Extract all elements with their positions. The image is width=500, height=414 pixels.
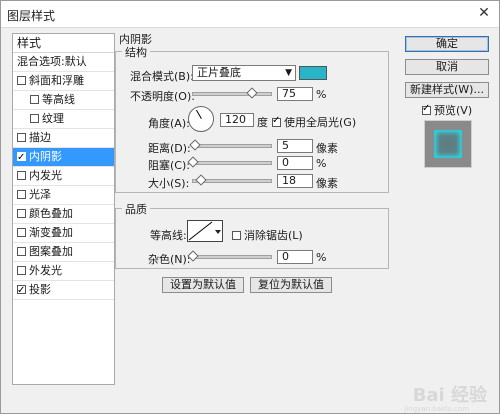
blend-mode-label: 混合模式(B):: [130, 70, 194, 83]
choke-label: 阻塞(C):: [148, 159, 190, 172]
antialias-checkbox[interactable]: 消除锯齿(L): [232, 227, 303, 243]
angle-unit: 度: [257, 116, 268, 129]
contour-label: 等高线:: [150, 229, 187, 242]
reset-default-button[interactable]: 复位为默认值: [250, 277, 332, 293]
make-default-button[interactable]: 设置为默认值: [162, 277, 244, 293]
distance-slider[interactable]: [192, 144, 272, 148]
style-item-checkbox[interactable]: [17, 282, 26, 299]
style-item-label: 渐变叠加: [29, 226, 73, 239]
blend-mode-select[interactable]: 正片叠底 ▼: [192, 65, 296, 81]
style-item-label: 投影: [29, 283, 51, 296]
style-item-label: 外发光: [29, 264, 62, 277]
antialias-label: 消除锯齿(L): [244, 229, 303, 242]
close-icon[interactable]: ✕: [475, 4, 493, 22]
global-light-label: 使用全局光(G): [284, 116, 357, 129]
global-light-check[interactable]: [272, 115, 281, 127]
style-item-label: 光泽: [29, 188, 51, 201]
style-item-checkbox[interactable]: [17, 189, 26, 199]
shadow-color-swatch[interactable]: [299, 66, 327, 80]
style-item-checkbox[interactable]: [30, 113, 39, 123]
blend-mode-value: 正片叠底: [197, 66, 241, 79]
distance-unit: 像素: [316, 142, 338, 155]
choke-slider[interactable]: [192, 161, 272, 165]
structure-title: 结构: [122, 44, 150, 60]
style-item-label: 等高线: [42, 93, 75, 106]
cancel-button[interactable]: 取消: [405, 59, 489, 75]
style-item[interactable]: 等高线: [13, 91, 114, 110]
distance-label: 距离(D):: [148, 142, 191, 155]
antialias-check[interactable]: [232, 230, 241, 240]
style-item-label: 纹理: [42, 112, 64, 125]
style-item-checkbox[interactable]: [17, 265, 26, 275]
style-item[interactable]: 纹理: [13, 110, 114, 129]
angle-label: 角度(A):: [148, 117, 190, 130]
style-item-label: 内发光: [29, 169, 62, 182]
preview-check[interactable]: [422, 103, 431, 115]
size-label: 大小(S):: [148, 177, 190, 190]
style-item-label: 图案叠加: [29, 245, 73, 258]
noise-slider[interactable]: [192, 255, 272, 259]
styles-list: 样式 混合选项:默认斜面和浮雕等高线纹理描边内阴影内发光光泽颜色叠加渐变叠加图案…: [12, 33, 115, 385]
noise-unit: %: [316, 251, 327, 264]
size-unit: 像素: [316, 177, 338, 190]
global-light-checkbox[interactable]: 使用全局光(G): [272, 114, 356, 130]
quality-title: 品质: [122, 201, 150, 217]
style-item-label: 内阴影: [29, 150, 62, 163]
contour-picker[interactable]: [187, 220, 223, 242]
watermark-sub: jingyan.baidu.com: [404, 405, 469, 413]
style-item-checkbox[interactable]: [17, 208, 26, 218]
angle-hand: [196, 109, 202, 119]
style-item[interactable]: 图案叠加: [13, 243, 114, 262]
choke-input[interactable]: 0: [277, 156, 313, 170]
style-item[interactable]: 斜面和浮雕: [13, 72, 114, 91]
style-item[interactable]: 混合选项:默认: [13, 53, 114, 72]
style-item-label: 斜面和浮雕: [29, 74, 84, 87]
style-item-checkbox[interactable]: [17, 75, 26, 85]
style-item-checkbox[interactable]: [17, 246, 26, 256]
style-item-checkbox[interactable]: [17, 170, 26, 180]
style-item[interactable]: 内发光: [13, 167, 114, 186]
angle-dial[interactable]: [188, 106, 214, 132]
opacity-unit: %: [316, 88, 327, 101]
preview-square: [434, 130, 462, 158]
styles-header: 样式: [13, 34, 114, 53]
style-preview-thumbnail: [424, 120, 472, 168]
angle-input[interactable]: 120: [220, 113, 254, 127]
style-item[interactable]: 光泽: [13, 186, 114, 205]
size-input[interactable]: 18: [277, 174, 313, 188]
title-bar: 图层样式 ✕: [1, 1, 499, 28]
style-item[interactable]: 渐变叠加: [13, 224, 114, 243]
contour-curve-icon: [188, 221, 221, 241]
preview-checkbox[interactable]: 预览(V): [422, 102, 472, 118]
style-item[interactable]: 描边: [13, 129, 114, 148]
style-item-checkbox[interactable]: [17, 149, 26, 166]
chevron-down-icon: ▼: [285, 68, 292, 78]
choke-unit: %: [316, 157, 327, 170]
opacity-label: 不透明度(O):: [130, 90, 195, 103]
window-title: 图层样式: [7, 9, 56, 23]
noise-input[interactable]: 0: [277, 250, 313, 264]
style-item-label: 描边: [29, 131, 51, 144]
style-item-checkbox[interactable]: [30, 94, 39, 104]
style-item-label: 混合选项:默认: [17, 55, 87, 68]
style-item[interactable]: 内阴影: [13, 148, 114, 167]
style-item[interactable]: 颜色叠加: [13, 205, 114, 224]
style-item[interactable]: 外发光: [13, 262, 114, 281]
style-item-checkbox[interactable]: [17, 132, 26, 142]
distance-input[interactable]: 5: [277, 139, 313, 153]
style-item-label: 颜色叠加: [29, 207, 73, 220]
style-item[interactable]: 投影: [13, 281, 114, 300]
watermark: Bai 经验: [412, 385, 487, 406]
style-item-checkbox[interactable]: [17, 227, 26, 237]
layer-style-dialog: 图层样式 ✕ 样式 混合选项:默认斜面和浮雕等高线纹理描边内阴影内发光光泽颜色叠…: [0, 0, 500, 414]
ok-button[interactable]: 确定: [405, 36, 489, 52]
opacity-input[interactable]: 75: [277, 87, 313, 101]
noise-label: 杂色(N):: [148, 253, 191, 266]
new-style-button[interactable]: 新建样式(W)...: [405, 82, 489, 98]
preview-label: 预览(V): [434, 104, 473, 117]
opacity-slider[interactable]: [192, 92, 272, 96]
